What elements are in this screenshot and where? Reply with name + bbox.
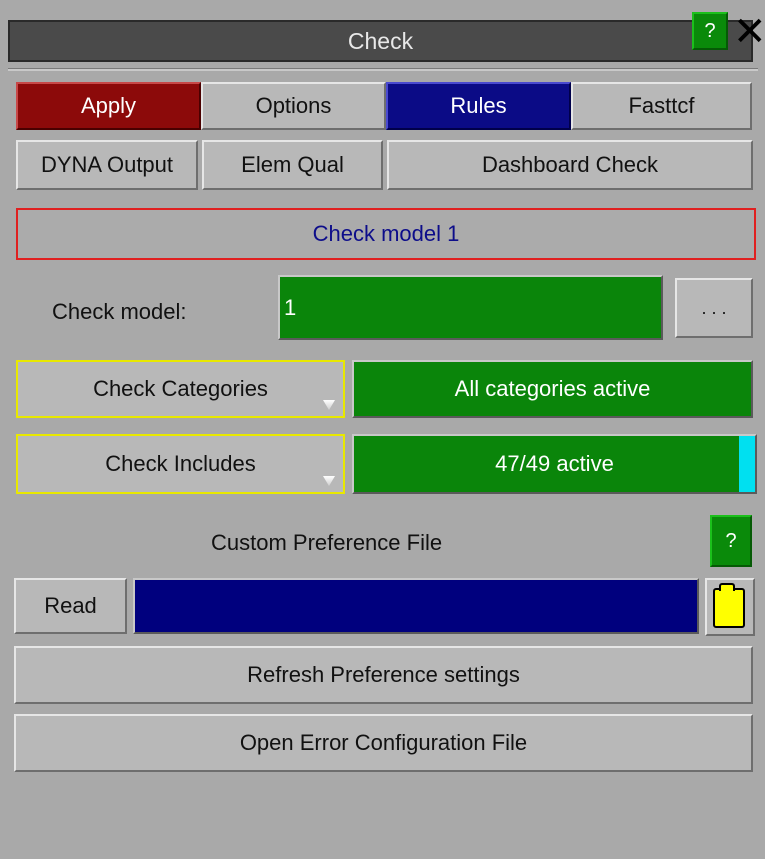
- dropdown-arrow-icon: [323, 476, 335, 486]
- includes-status-text: 47/49 active: [495, 451, 614, 476]
- categories-status: All categories active: [352, 360, 753, 418]
- folder-browse-button[interactable]: [705, 578, 755, 636]
- rules-button[interactable]: Rules: [386, 82, 571, 130]
- close-icon[interactable]: ✕: [733, 12, 765, 52]
- status-box: Check model 1: [16, 208, 756, 260]
- read-button[interactable]: Read: [14, 578, 127, 634]
- preference-help-button[interactable]: ?: [710, 515, 752, 567]
- preference-file-input[interactable]: [133, 578, 699, 634]
- window-title: Check: [347, 27, 414, 54]
- check-categories-dropdown[interactable]: Check Categories: [16, 360, 345, 418]
- dashboard-check-button[interactable]: Dashboard Check: [387, 140, 753, 190]
- apply-button[interactable]: Apply: [16, 82, 201, 130]
- status-text: Check model 1: [312, 221, 460, 246]
- title-divider: [8, 68, 758, 71]
- options-button[interactable]: Options: [201, 82, 386, 130]
- check-includes-label: Check Includes: [105, 451, 256, 476]
- check-model-value: 1: [284, 294, 297, 320]
- dropdown-arrow-icon: [323, 400, 335, 410]
- window-title-bar: Check: [8, 20, 753, 62]
- model-select-button[interactable]: . . .: [675, 278, 753, 338]
- dyna-output-button[interactable]: DYNA Output: [16, 140, 198, 190]
- elem-qual-button[interactable]: Elem Qual: [202, 140, 383, 190]
- folder-icon: [713, 583, 745, 628]
- includes-progress-fill: [739, 436, 755, 492]
- custom-preference-title: Custom Preference File: [211, 530, 443, 555]
- open-error-config-button[interactable]: Open Error Configuration File: [14, 714, 753, 772]
- includes-status: 47/49 active: [352, 434, 757, 494]
- categories-status-text: All categories active: [454, 376, 651, 401]
- check-model-label: Check model:: [52, 299, 187, 324]
- check-model-input[interactable]: 1: [278, 275, 663, 340]
- check-includes-dropdown[interactable]: Check Includes: [16, 434, 345, 494]
- check-categories-label: Check Categories: [93, 376, 268, 401]
- help-icon: ?: [725, 529, 737, 552]
- fasttcf-button[interactable]: Fasttcf: [571, 82, 752, 130]
- window-help-button[interactable]: ?: [692, 12, 728, 50]
- refresh-preference-button[interactable]: Refresh Preference settings: [14, 646, 753, 704]
- help-icon: ?: [704, 19, 716, 42]
